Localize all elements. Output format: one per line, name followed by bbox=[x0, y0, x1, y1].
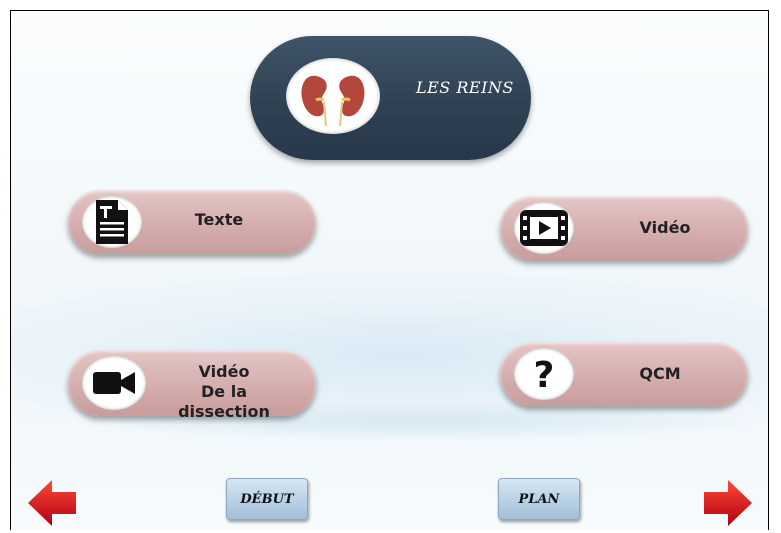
arrow-right-icon[interactable] bbox=[702, 478, 754, 528]
video-dissection-line1: Vidéo bbox=[198, 362, 250, 381]
video-label: Vidéo bbox=[639, 218, 691, 237]
debut-button[interactable]: DÉBUT bbox=[226, 478, 308, 520]
document-icon bbox=[82, 196, 142, 248]
texte-button[interactable]: Texte bbox=[68, 190, 316, 254]
video-dissection-line2: De la dissection bbox=[178, 382, 270, 421]
kidneys-icon bbox=[286, 58, 380, 134]
title-banner: LES REINS bbox=[250, 36, 531, 160]
video-camera-icon bbox=[82, 356, 146, 410]
arrow-left-icon[interactable] bbox=[26, 478, 78, 528]
plan-button[interactable]: PLAN bbox=[498, 478, 580, 520]
film-icon bbox=[514, 202, 574, 254]
video-dissection-label: Vidéo De la dissection bbox=[154, 362, 294, 422]
page-title: LES REINS bbox=[416, 78, 514, 97]
qcm-button[interactable]: ? QCM bbox=[500, 342, 748, 406]
texte-label: Texte bbox=[194, 210, 244, 229]
video-dissection-button[interactable]: Vidéo De la dissection bbox=[68, 350, 316, 421]
video-button[interactable]: Vidéo bbox=[500, 196, 748, 260]
svg-text:?: ? bbox=[534, 355, 555, 394]
question-mark-icon: ? bbox=[514, 348, 574, 400]
qcm-label: QCM bbox=[639, 364, 681, 383]
